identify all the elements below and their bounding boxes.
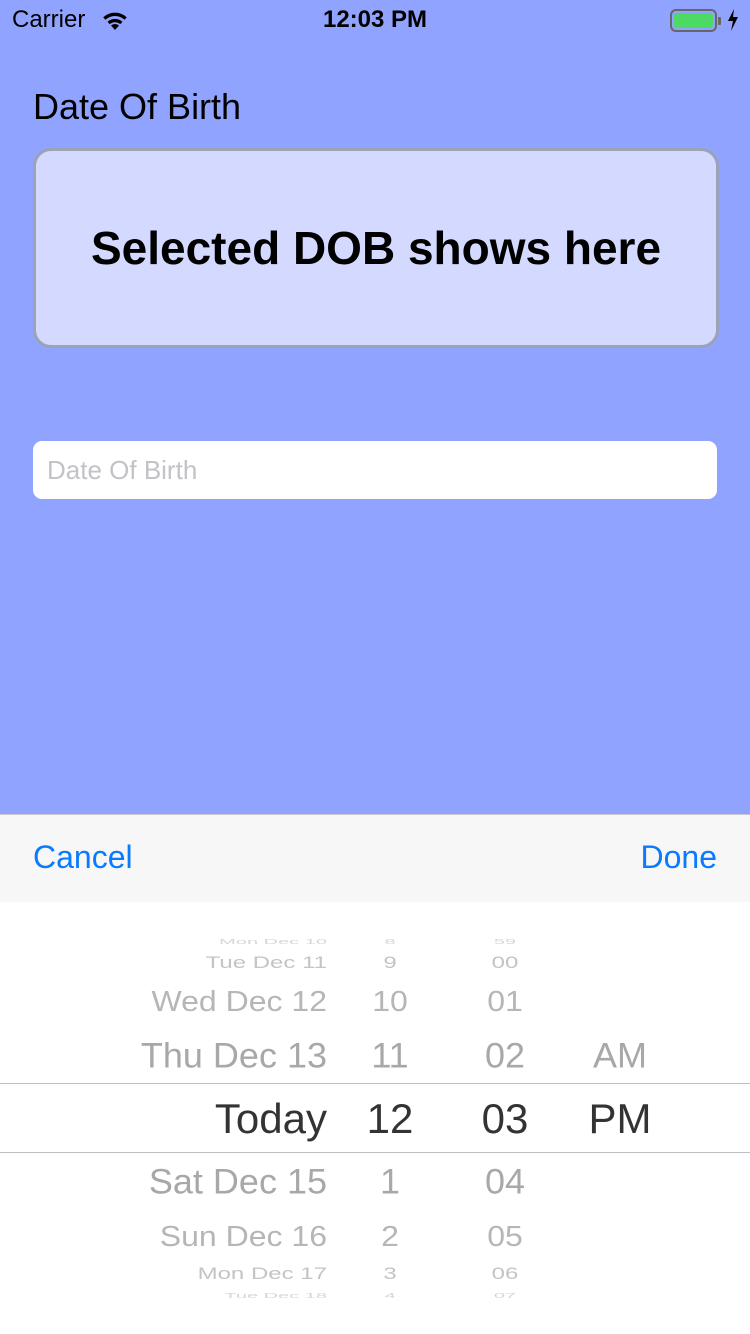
picker-hour-item[interactable]: 4: [340, 1293, 440, 1300]
dob-label: Date Of Birth: [33, 86, 242, 127]
dob-input-field[interactable]: [33, 441, 717, 499]
picker-day-item[interactable]: Sun Dec 16: [160, 1222, 327, 1251]
picker-minute-item[interactable]: 05: [455, 1222, 555, 1251]
picker-day-item[interactable]: Tue Dec 18: [224, 1293, 327, 1300]
status-time: 12:03 PM: [322, 6, 428, 33]
picker-day-item[interactable]: Wed Dec 12: [152, 987, 328, 1016]
picker-day-item[interactable]: Sat Dec 15: [149, 1164, 327, 1200]
picker-hour-item[interactable]: 11: [340, 1038, 440, 1074]
picker-minute-item[interactable]: 06: [455, 1265, 555, 1283]
picker-minute-item[interactable]: 59: [455, 939, 555, 946]
picker-selection-top-line: [0, 1083, 750, 1084]
picker-hour-item[interactable]: 1: [340, 1164, 440, 1200]
picker-hour-item[interactable]: 8: [340, 939, 440, 946]
battery-icon: [670, 9, 722, 38]
picker-hour-item[interactable]: 12: [340, 1098, 440, 1140]
picker-hour-item[interactable]: 10: [340, 987, 440, 1016]
picker-day-item[interactable]: Mon Dec 17: [198, 1265, 327, 1283]
picker-ampm-item[interactable]: PM: [570, 1098, 670, 1140]
picker-day-item[interactable]: Thu Dec 13: [141, 1038, 327, 1074]
picker-minute-item[interactable]: 00: [455, 954, 555, 972]
charging-bolt-icon: [726, 8, 740, 37]
picker-minute-item[interactable]: 02: [455, 1038, 555, 1074]
picker-selection-bottom-line: [0, 1152, 750, 1153]
picker-ampm-item[interactable]: AM: [570, 1038, 670, 1074]
cancel-button[interactable]: Cancel: [33, 839, 133, 876]
picker-day-item[interactable]: Tue Dec 11: [206, 954, 327, 972]
picker-minute-item[interactable]: 04: [455, 1164, 555, 1200]
picker-minute-item[interactable]: 01: [455, 987, 555, 1016]
picker-toolbar: Cancel Done: [0, 814, 750, 903]
screen-background: Carrier 12:03 PM Date Of Birth Selected …: [0, 0, 750, 814]
picker-minute-item[interactable]: 03: [455, 1098, 555, 1140]
picker-day-item[interactable]: Today: [215, 1098, 327, 1140]
selected-dob-display: Selected DOB shows here: [33, 148, 719, 348]
picker-minute-item[interactable]: 07: [455, 1293, 555, 1300]
picker-hour-item[interactable]: 2: [340, 1222, 440, 1251]
picker-hour-item[interactable]: 9: [340, 954, 440, 972]
done-button[interactable]: Done: [641, 839, 718, 876]
status-bar: Carrier 12:03 PM: [0, 0, 750, 40]
picker-hour-item[interactable]: 3: [340, 1265, 440, 1283]
picker-day-item[interactable]: Mon Dec 10: [219, 939, 327, 946]
date-time-picker[interactable]: Mon Dec 10 Tue Dec 11 Wed Dec 12 Thu Dec 13…: [0, 902, 750, 1334]
